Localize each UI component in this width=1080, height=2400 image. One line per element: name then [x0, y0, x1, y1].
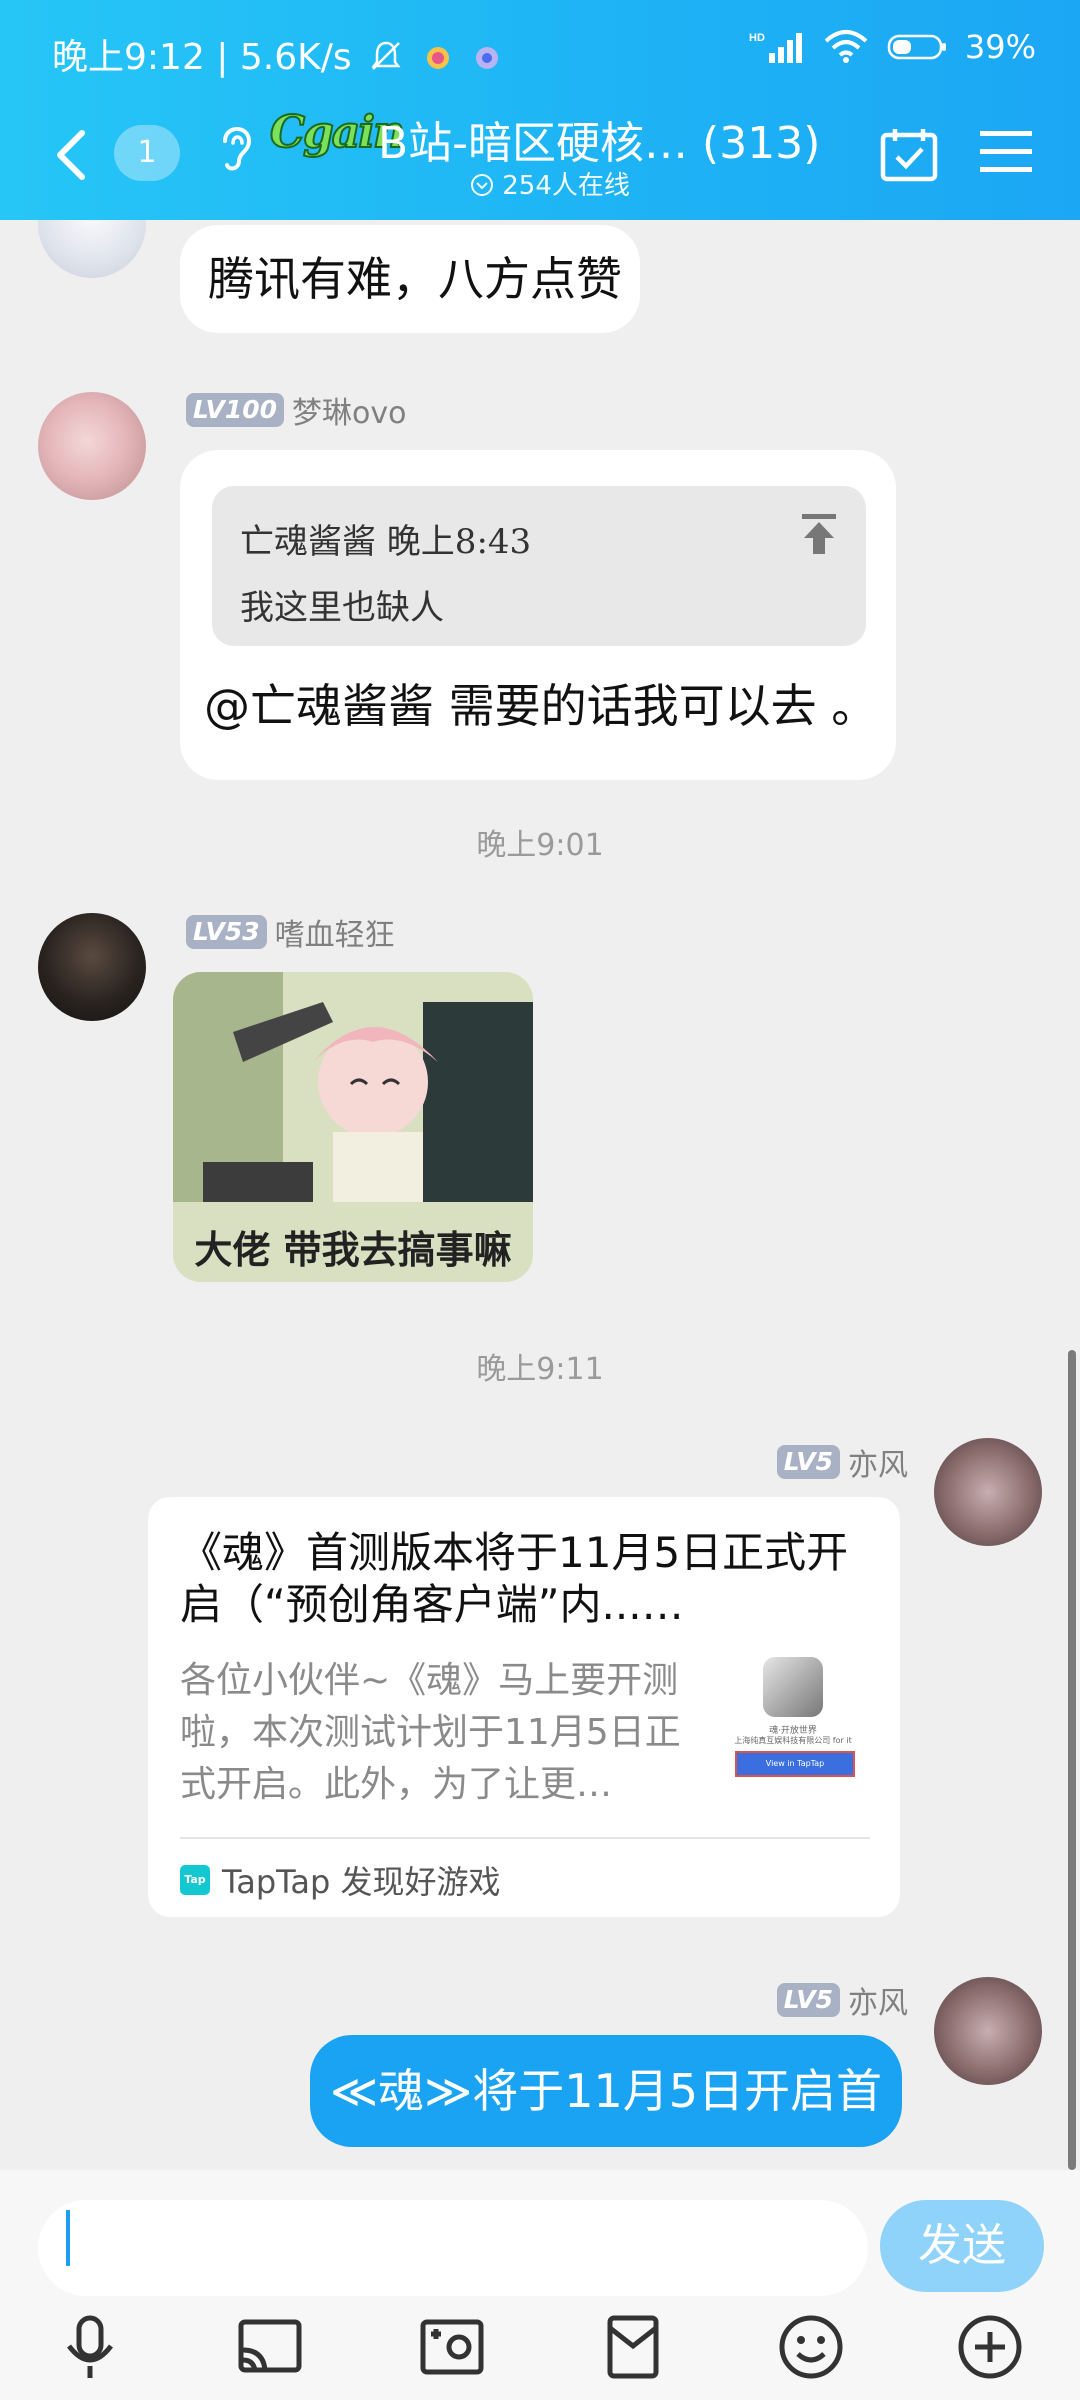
sender-name[interactable]: 梦琳ovo	[292, 388, 406, 432]
text-cursor	[66, 2210, 70, 2266]
sender-name[interactable]: 亦风	[848, 1440, 908, 1484]
ear-icon[interactable]	[215, 119, 255, 175]
network-speed: 5.6K/s	[239, 37, 352, 78]
status-right: HD 39%	[749, 28, 1036, 66]
input-bar: 发送	[0, 2170, 1080, 2400]
sender-name[interactable]: 嗜血轻狂	[275, 910, 395, 954]
status-bar: 晚上9:12 | 5.6K/s HD 39%	[0, 0, 1080, 105]
card-source: Tap TapTap 发现好游戏	[180, 1857, 501, 1903]
taptap-icon: Tap	[180, 1865, 210, 1895]
photo-icon[interactable]	[417, 2312, 487, 2382]
unread-count-badge[interactable]: 1	[114, 125, 180, 181]
avatar[interactable]	[934, 1977, 1042, 2085]
message-bubble[interactable]: ≪魂≫将于11月5日开启首测	[310, 2035, 902, 2147]
calendar-check-icon[interactable]	[880, 127, 938, 183]
group-title[interactable]: B站-暗区硬核… (313)	[378, 107, 820, 171]
timestamp: 晚上9:11	[476, 1352, 604, 1387]
sticker-caption: 大佬 带我去搞事嘛	[194, 1228, 512, 1272]
game-app-icon	[763, 1657, 823, 1717]
status-divider: |	[216, 37, 240, 78]
status-time: 晚上9:12	[52, 37, 205, 78]
header: 晚上9:12 | 5.6K/s HD 39% 1 Cgain B站-暗区硬核… …	[0, 0, 1080, 220]
back-icon[interactable]	[52, 127, 92, 183]
thumb-button: View in TapTap	[735, 1751, 855, 1777]
avatar[interactable]	[934, 1438, 1042, 1546]
chevron-down-circle-icon	[471, 174, 493, 196]
app-notification-icon	[426, 47, 449, 69]
scrollbar[interactable]	[1068, 1350, 1076, 2170]
taptap-link-card[interactable]: 《魂》首测版本将于11月5日正式开启（“预创角客户端”内...… 各位小伙伴~《…	[148, 1497, 900, 1917]
pin-to-top-icon[interactable]	[800, 512, 838, 556]
menu-icon[interactable]	[980, 127, 1032, 177]
wifi-icon	[824, 30, 868, 63]
avatar[interactable]	[38, 913, 146, 1021]
quote-author-time: 亡魂酱酱 晚上8:43	[240, 522, 532, 562]
level-badge: LV53	[186, 915, 267, 949]
hongbao-icon[interactable]	[598, 2312, 668, 2382]
message-text: 腾讯有难，八方点赞	[208, 252, 622, 306]
thumb-subtitle: 上海纯真互娱科技有限公司 for it	[734, 1736, 852, 1745]
svg-text:HD: HD	[749, 32, 765, 44]
sender-name-row: LV5 亦风	[776, 1440, 908, 1484]
battery-icon	[887, 34, 946, 60]
card-thumbnail: 魂·开放世界 上海纯真互娱科技有限公司 for it View in TapTa…	[723, 1657, 863, 1797]
level-badge: LV100	[186, 393, 285, 427]
message-bubble[interactable]: 亡魂酱酱 晚上8:43 我这里也缺人 @亡魂酱酱 需要的话我可以去 。	[180, 450, 896, 780]
battery-percent: 39%	[964, 28, 1036, 66]
emoji-icon[interactable]	[776, 2312, 846, 2382]
timestamp: 晚上9:01	[476, 828, 604, 863]
title-bar: 1 Cgain B站-暗区硬核… (313) 254人在线	[0, 105, 1080, 220]
message-input[interactable]	[38, 2200, 868, 2296]
card-divider	[180, 1837, 870, 1839]
send-button[interactable]: 发送	[880, 2200, 1044, 2292]
sender-name[interactable]: 亦风	[848, 1978, 908, 2022]
mute-bell-icon	[371, 41, 401, 70]
sender-name-row: LV53 嗜血轻狂	[186, 910, 395, 954]
quote-text: 我这里也缺人	[240, 588, 444, 628]
card-description: 各位小伙伴~《魂》马上要开测啦，本次测试计划于11月5日正式开启。此外，为了让更…	[180, 1660, 681, 1805]
app-notification-icon	[475, 47, 498, 69]
cellular-signal-icon: HD	[749, 32, 802, 63]
online-count[interactable]: 254人在线	[470, 165, 630, 202]
status-left: 晚上9:12 | 5.6K/s	[52, 28, 502, 80]
quoted-message[interactable]: 亡魂酱酱 晚上8:43 我这里也缺人	[212, 486, 866, 646]
chat-messages[interactable]: 腾讯有难，八方点赞 LV100 梦琳ovo 亡魂酱酱 晚上8:43 我这里也缺人…	[0, 220, 1080, 2170]
avatar[interactable]	[38, 392, 146, 500]
avatar[interactable]	[38, 220, 146, 278]
card-title: 《魂》首测版本将于11月5日正式开启（“预创角客户端”内...…	[180, 1528, 849, 1629]
sender-name-row: LV100 梦琳ovo	[186, 388, 407, 432]
message-text: @亡魂酱酱 需要的话我可以去 。	[204, 679, 878, 733]
level-badge: LV5	[776, 1445, 840, 1479]
microphone-icon[interactable]	[55, 2312, 125, 2382]
online-count-label: 254人在线	[502, 171, 630, 201]
plus-icon[interactable]	[955, 2312, 1025, 2382]
source-name: TapTap 发现好游戏	[222, 1863, 501, 1901]
screen-share-icon[interactable]	[235, 2312, 305, 2382]
message-bubble[interactable]: 腾讯有难，八方点赞	[180, 225, 640, 333]
level-badge: LV5	[776, 1983, 840, 2017]
sticker-image[interactable]: 大佬 带我去搞事嘛	[173, 972, 533, 1282]
sender-name-row: LV5 亦风	[776, 1978, 908, 2022]
